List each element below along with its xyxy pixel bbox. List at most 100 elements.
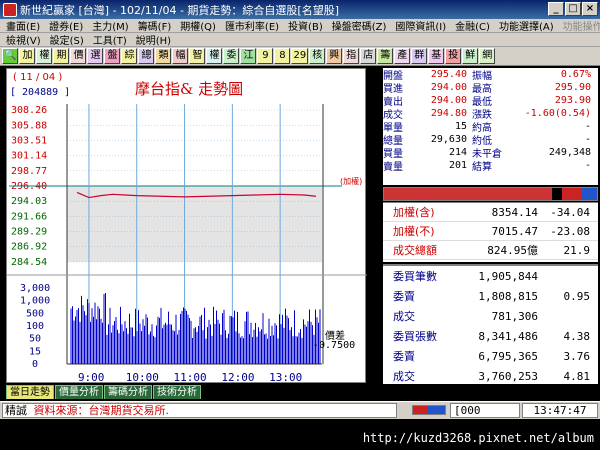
main-menu: 畫面(E) 證券(E) 主力(M) 籌碼(F) 期權(Q) 匯市利率(E) 投資(B) 操盤密… bbox=[0, 19, 600, 33]
stat-label: 委賣 bbox=[393, 290, 415, 303]
price-tick-label: 298.77 bbox=[11, 166, 47, 177]
toolbar-button[interactable]: 群 bbox=[411, 48, 428, 64]
stat-change: 0.95 bbox=[563, 289, 591, 303]
index-change: -34.04 bbox=[550, 205, 590, 219]
minimize-button[interactable]: _ bbox=[548, 2, 564, 16]
price-tick-label: 305.88 bbox=[11, 120, 47, 131]
toolbar-button[interactable]: 籌 bbox=[377, 48, 394, 64]
quote-row: 賣量 201 結算 - bbox=[383, 159, 598, 173]
stat-value: 1,905,844 bbox=[478, 269, 538, 283]
toolbar-button[interactable]: 選 bbox=[87, 48, 104, 64]
toolbar-button[interactable]: 權 bbox=[206, 48, 223, 64]
stat-change: 4.38 bbox=[563, 329, 591, 343]
index-panel: 加權(含) 8354.14 -34.04 加權(不) 7015.47 -23.08 成交總額… bbox=[383, 202, 598, 262]
index-change: 21.9 bbox=[563, 243, 591, 257]
index-value: 824.95億 bbox=[487, 244, 538, 257]
tab-3[interactable]: 技術分析 bbox=[153, 385, 201, 399]
index-row: 加權(含) 8354.14 -34.04 bbox=[383, 203, 598, 222]
menu-item[interactable]: 操盤密碼(Z) bbox=[332, 18, 387, 33]
title-bar: 新世紀贏家 [台灣] - 102/11/04 - 期貨走勢：綜合自選股[名望股]… bbox=[0, 0, 600, 19]
tab-1[interactable]: 價量分析 bbox=[55, 385, 103, 399]
price-tick-label: 284.54 bbox=[11, 257, 47, 268]
menu-item[interactable]: 證券(E) bbox=[49, 18, 83, 33]
menu-item[interactable]: 檢視(V) bbox=[6, 32, 41, 47]
menu-item[interactable]: 畫面(E) bbox=[6, 18, 40, 33]
menu-item[interactable]: 國際資訊(I) bbox=[395, 18, 446, 33]
toolbar-button[interactable]: 總 bbox=[138, 48, 155, 64]
status-bar: 精誠 資料來源：台灣期貨交易所. [000 13:47:47 bbox=[0, 401, 600, 419]
volume-tick-label: 3,000 bbox=[20, 283, 50, 294]
menu-item[interactable]: 功能選擇(A) bbox=[499, 18, 554, 33]
toolbar-button[interactable]: 網 bbox=[479, 48, 496, 64]
stat-row: 委買筆數 1,905,844 bbox=[383, 266, 598, 286]
stat-value: 1,808,815 bbox=[478, 289, 538, 303]
toolbar-button[interactable]: 類 bbox=[155, 48, 172, 64]
index-label: 加權(含) bbox=[393, 206, 435, 219]
menu-item[interactable]: 匯市利率(E) bbox=[225, 18, 279, 33]
menu-item[interactable]: 功能操作 bbox=[563, 18, 600, 33]
quote-value: 293.90 bbox=[554, 95, 591, 106]
intraday-chart: 308.26305.88303.51301.14298.77296.40294.… bbox=[7, 104, 367, 384]
toolbar-button[interactable]: 產 bbox=[394, 48, 411, 64]
menu-item[interactable]: 工具(T) bbox=[93, 32, 127, 47]
toolbar-button[interactable]: 鮮 bbox=[462, 48, 479, 64]
toolbar-button[interactable]: 核 bbox=[309, 48, 326, 64]
tab-2[interactable]: 籌碼分析 bbox=[104, 385, 152, 399]
price-tick-label: 289.29 bbox=[11, 227, 47, 238]
quote-value: - bbox=[584, 121, 591, 132]
quote-value: 295.90 bbox=[554, 82, 591, 93]
toolbar-button[interactable]: 8 bbox=[274, 48, 291, 64]
stat-label: 委賣 bbox=[393, 350, 415, 363]
status-indicator bbox=[412, 405, 446, 415]
menu-item[interactable]: 說明(H) bbox=[136, 32, 171, 47]
window-title: 新世紀贏家 [台灣] - 102/11/04 - 期貨走勢：綜合自選股[名望股] bbox=[20, 3, 339, 17]
time-tick-label: 10:00 bbox=[126, 371, 159, 384]
volume-tick-label: 0 bbox=[32, 359, 38, 370]
search-icon[interactable]: 🔍 bbox=[2, 48, 19, 64]
intraday-chart-panel: 308.26 305.88 303.51 301.14 298.77 296.40 294.… bbox=[6, 68, 367, 384]
status-lead: 精誠 bbox=[5, 404, 27, 417]
watermark-text: http://kuzd3268.pixnet.net/album bbox=[362, 431, 594, 445]
stat-label: 委買筆數 bbox=[393, 270, 437, 283]
close-button[interactable]: × bbox=[582, 2, 598, 16]
toolbar-button[interactable]: 指 bbox=[343, 48, 360, 64]
toolbar-button[interactable]: 智 bbox=[189, 48, 206, 64]
quote-value: - bbox=[584, 134, 591, 145]
index-change: -23.08 bbox=[550, 224, 590, 238]
toolbar-button[interactable]: 加 bbox=[19, 48, 36, 64]
index-label: 加權(不) bbox=[393, 225, 435, 238]
volume-tick-label: 50 bbox=[29, 334, 41, 345]
menu-item[interactable]: 期權(Q) bbox=[180, 18, 216, 33]
menu-item[interactable]: 主力(M) bbox=[92, 18, 128, 33]
toolbar-button[interactable]: 店 bbox=[360, 48, 377, 64]
toolbar-button[interactable]: 幅 bbox=[172, 48, 189, 64]
volume-tick-label: 100 bbox=[26, 321, 44, 332]
chart-title: 摩台指& 走勢圖 bbox=[135, 80, 244, 98]
maximize-button[interactable]: □ bbox=[565, 2, 581, 16]
toolbar-button[interactable]: 29 bbox=[291, 48, 309, 64]
toolbar-button[interactable]: 委 bbox=[223, 48, 240, 64]
chart-date-label: ( 11 / 04 ) bbox=[13, 72, 63, 83]
toolbar-button[interactable]: 基 bbox=[428, 48, 445, 64]
toolbar-button[interactable]: 投 bbox=[445, 48, 462, 64]
quote-label: 賣量 bbox=[383, 162, 403, 173]
price-tick-label: 303.51 bbox=[11, 135, 47, 146]
menu-item[interactable]: 金融(C) bbox=[455, 18, 490, 33]
toolbar-button[interactable]: 盤 bbox=[104, 48, 121, 64]
toolbar-button[interactable]: 江 bbox=[240, 48, 257, 64]
toolbar-button[interactable]: 權 bbox=[36, 48, 53, 64]
price-tick-label: 294.03 bbox=[11, 196, 47, 207]
chart-code-label: [ 204889 ] bbox=[10, 87, 71, 98]
toolbar-button[interactable]: 興 bbox=[326, 48, 343, 64]
stat-value: 6,795,365 bbox=[478, 349, 538, 363]
price-tick-label: 301.14 bbox=[11, 151, 47, 162]
toolbar-button[interactable]: 期 bbox=[53, 48, 70, 64]
menu-item[interactable]: 投資(B) bbox=[288, 18, 323, 33]
toolbar-button[interactable]: 9 bbox=[257, 48, 274, 64]
tab-0[interactable]: 當日走勢 bbox=[6, 385, 54, 399]
quote-value: 214 bbox=[448, 147, 467, 158]
toolbar-button[interactable]: 價 bbox=[70, 48, 87, 64]
menu-item[interactable]: 設定(S) bbox=[50, 32, 84, 47]
toolbar-button[interactable]: 綜 bbox=[121, 48, 138, 64]
menu-item[interactable]: 籌碼(F) bbox=[138, 18, 172, 33]
